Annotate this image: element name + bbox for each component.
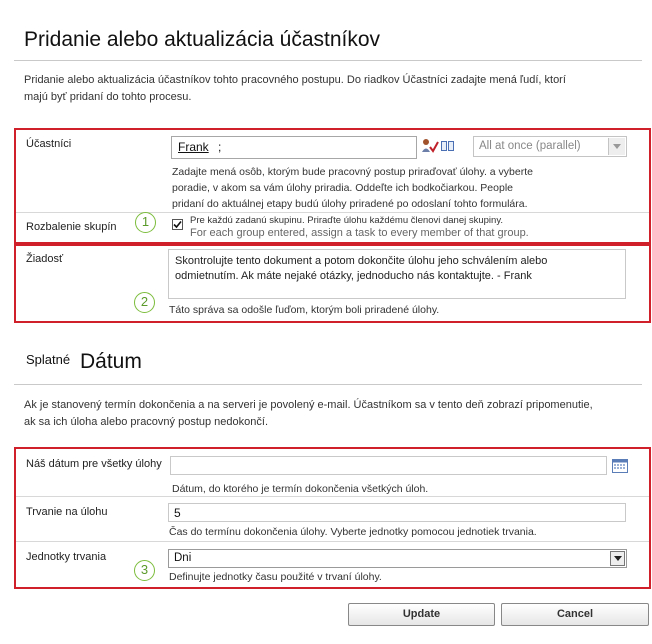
- duration-units-dropdown-button[interactable]: [610, 551, 625, 566]
- cancel-button[interactable]: Cancel: [501, 603, 649, 626]
- due-date-input[interactable]: [170, 456, 607, 475]
- check-names-icon[interactable]: [421, 138, 439, 154]
- chevron-down-icon: [613, 144, 621, 149]
- request-text-line: Skontrolujte tento dokument a potom doko…: [175, 255, 548, 267]
- callout-1: 1: [135, 212, 156, 233]
- page-description-line: Pridanie alebo aktualizácia účastníkov t…: [24, 74, 566, 86]
- due-date-help: Dátum, do ktorého je termín dokončenia v…: [172, 483, 429, 495]
- expand-groups-checkbox[interactable]: [172, 219, 183, 230]
- participants-help-line: pridaní do aktuálnej etapy budú úlohy pr…: [172, 198, 528, 210]
- duration-units-value: Dni: [174, 552, 192, 564]
- participants-help: Zadajte mená osôb, ktorým bude pracovný …: [172, 164, 542, 212]
- chevron-down-icon: [614, 556, 622, 561]
- participant-name[interactable]: Frank: [178, 140, 209, 154]
- assignment-order-dropdown-button[interactable]: [608, 138, 625, 155]
- duration-units-label: Jednotky trvania: [26, 551, 107, 563]
- request-text: Skontrolujte tento dokument a potom doko…: [175, 254, 547, 284]
- due-date-description-line: ak sa ich úloha alebo pracovný postup ne…: [24, 416, 268, 428]
- participants-help-line: poradie, v akom sa vám úlohy priradia. O…: [172, 182, 513, 194]
- title-divider: [14, 60, 642, 61]
- checkmark-icon: [173, 220, 182, 229]
- address-book-icon[interactable]: [440, 138, 456, 154]
- update-button[interactable]: Update: [348, 603, 495, 626]
- participants-help-line: Zadajte mená osôb, ktorým bude pracovný …: [172, 166, 533, 178]
- request-text-line: odmietnutím. Ak máte nejaké otázky, jedn…: [175, 270, 532, 282]
- section-row-divider: [16, 496, 649, 497]
- assignment-order-value: All at once (parallel): [479, 140, 581, 152]
- duration-label: Trvanie na úlohu: [26, 506, 108, 518]
- request-help: Táto správa sa odošle ľuďom, ktorým boli…: [169, 304, 440, 316]
- duration-input[interactable]: 5: [168, 503, 626, 522]
- request-label: Žiadosť: [26, 253, 64, 265]
- due-date-title: Dátum: [80, 350, 142, 373]
- participants-input[interactable]: Frank ;: [171, 136, 417, 159]
- page-description: Pridanie alebo aktualizácia účastníkov t…: [24, 72, 634, 106]
- expand-groups-label: Rozbalenie skupín: [26, 221, 117, 233]
- due-date-label: Náš dátum pre všetky úlohy: [26, 458, 162, 470]
- section-row-divider: [16, 541, 649, 542]
- participant-separator: ;: [218, 140, 222, 154]
- duration-value: 5: [174, 506, 181, 520]
- assignment-order-select[interactable]: All at once (parallel): [473, 136, 627, 157]
- due-date-title-small: Splatné: [26, 352, 71, 367]
- page-title: Pridanie alebo aktualizácia účastníkov: [24, 28, 381, 51]
- section-row-divider: [16, 212, 649, 213]
- calendar-icon[interactable]: [612, 459, 628, 473]
- callout-3: 3: [134, 560, 155, 581]
- callout-2: 2: [134, 292, 155, 313]
- due-date-description: Ak je stanovený termín dokončenia a na s…: [24, 397, 644, 431]
- duration-units-select[interactable]: Dni: [168, 549, 627, 568]
- due-date-description-line: Ak je stanovený termín dokončenia a na s…: [24, 399, 593, 411]
- due-date-divider: [14, 384, 642, 385]
- duration-units-help: Definujte jednotky času použité v trvaní…: [169, 571, 382, 583]
- expand-groups-text-en: For each group entered, assign a task to…: [190, 227, 529, 239]
- request-textarea[interactable]: Skontrolujte tento dokument a potom doko…: [168, 249, 626, 299]
- participants-label: Účastníci: [26, 138, 72, 150]
- page-description-line: majú byť pridaní do tohto procesu.: [24, 91, 192, 103]
- expand-groups-text-sk: Pre každú zadanú skupinu. Priraďte úlohu…: [190, 215, 504, 226]
- duration-help: Čas do termínu dokončenia úlohy. Vyberte…: [169, 526, 537, 538]
